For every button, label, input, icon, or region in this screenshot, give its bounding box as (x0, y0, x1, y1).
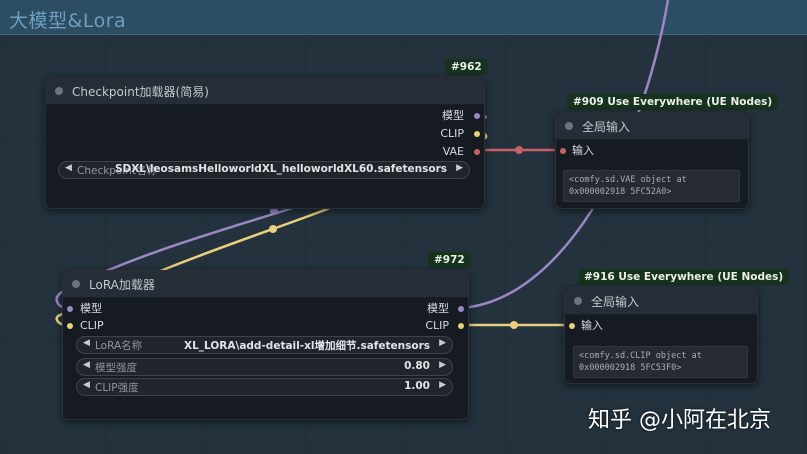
collapse-dot-icon[interactable] (574, 297, 582, 305)
ue-vae-node-id-badge: #909 Use Everywhere (UE Nodes) (567, 94, 779, 110)
output-slot-vae[interactable] (474, 149, 480, 155)
arrow-right-icon[interactable]: ▶ (456, 163, 463, 173)
ue-vae-node-title-bar[interactable]: 全局输入 (556, 113, 748, 140)
arrow-right-icon[interactable]: ▶ (439, 380, 446, 390)
arrow-left-icon[interactable]: ◀ (83, 360, 90, 370)
checkpoint-name-combo[interactable]: ◀ Checkpoint名称 SDXL\leosamsHelloworldXL_… (58, 161, 470, 179)
arrow-right-icon[interactable]: ▶ (439, 338, 446, 348)
arrow-left-icon[interactable]: ◀ (65, 163, 72, 173)
output-slot-model[interactable] (474, 113, 480, 119)
output-label-model: 模型 (427, 302, 449, 315)
input-slot-clip[interactable] (67, 323, 73, 329)
ue-vae-global-input-node[interactable]: 全局输入 输入 <comfy.sd.VAE object at 0x000002… (555, 112, 749, 209)
checkpoint-node-title: Checkpoint加载器(简易) (72, 85, 209, 99)
clip-strength-value: 1.00 (404, 380, 430, 392)
output-label-vae: VAE (442, 145, 464, 158)
checkpoint-node-title-bar[interactable]: Checkpoint加载器(简易) (46, 78, 484, 105)
lora-name-combo[interactable]: ◀ LoRA名称 XL_LORA\add-detail-xl增加细节.safet… (76, 336, 453, 354)
clip-strength-number[interactable]: ◀ CLIP强度 1.00 ▶ (76, 378, 453, 396)
group-header[interactable]: 大模型&Lora (0, 0, 807, 34)
ue-clip-object-textbox[interactable]: <comfy.sd.CLIP object at 0x000002918 5FC… (573, 346, 748, 378)
ue-clip-node-title: 全局输入 (591, 295, 640, 309)
input-label-clip: CLIP (80, 319, 104, 332)
lora-node-title: LoRA加载器 (89, 278, 155, 292)
ue-clip-node-title-bar[interactable]: 全局输入 (565, 288, 757, 315)
input-label: 输入 (572, 144, 594, 157)
model-strength-value: 0.80 (404, 360, 430, 372)
model-strength-number[interactable]: ◀ 模型强度 0.80 ▶ (76, 358, 453, 376)
output-label-clip: CLIP (440, 127, 464, 140)
ue-vae-node-title: 全局输入 (582, 120, 631, 134)
input-label-model: 模型 (80, 302, 102, 315)
ue-vae-object-textbox[interactable]: <comfy.sd.VAE object at 0x000002918 5FC5… (563, 170, 740, 202)
output-slot-clip[interactable] (458, 323, 464, 329)
checkpoint-name-value: SDXL\leosamsHelloworldXL_helloworldXL60.… (114, 163, 447, 175)
output-label-clip: CLIP (425, 319, 449, 332)
input-slot-clip[interactable] (569, 323, 575, 329)
collapse-dot-icon[interactable] (72, 280, 80, 288)
output-slot-clip[interactable] (474, 131, 480, 137)
lora-node-id-badge: #972 (428, 252, 471, 268)
ue-clip-global-input-node[interactable]: 全局输入 输入 <comfy.sd.CLIP object at 0x00000… (564, 287, 758, 384)
group-title: 大模型&Lora (9, 10, 127, 32)
watermark: 知乎 @小阿在北京 (588, 408, 771, 433)
lora-name-label: LoRA名称 (95, 340, 143, 352)
lora-name-value: XL_LORA\add-detail-xl增加细节.safetensors (184, 340, 430, 352)
input-slot-model[interactable] (67, 306, 73, 312)
input-label: 输入 (581, 319, 603, 332)
output-label-model: 模型 (442, 109, 464, 122)
arrow-left-icon[interactable]: ◀ (83, 338, 90, 348)
lora-loader-node[interactable]: LoRA加载器 模型 CLIP 模型 CLIP ◀ LoRA名称 XL_LORA… (62, 270, 469, 420)
checkpoint-loader-node[interactable]: Checkpoint加载器(简易) 模型 CLIP VAE ◀ Checkpoi… (45, 77, 485, 209)
collapse-dot-icon[interactable] (55, 87, 63, 95)
output-slot-model[interactable] (458, 306, 464, 312)
input-slot-vae[interactable] (560, 148, 566, 154)
collapse-dot-icon[interactable] (565, 122, 573, 130)
model-strength-label: 模型强度 (95, 362, 137, 374)
arrow-left-icon[interactable]: ◀ (83, 380, 90, 390)
ue-clip-node-id-badge: #916 Use Everywhere (UE Nodes) (578, 269, 790, 285)
clip-strength-label: CLIP强度 (95, 382, 139, 394)
checkpoint-node-id-badge: #962 (445, 59, 488, 75)
lora-node-title-bar[interactable]: LoRA加载器 (63, 271, 468, 298)
arrow-right-icon[interactable]: ▶ (439, 360, 446, 370)
graph-canvas[interactable]: 大模型&Lora #962 Checkpoint加载器(简易) 模型 CLIP … (0, 0, 807, 454)
